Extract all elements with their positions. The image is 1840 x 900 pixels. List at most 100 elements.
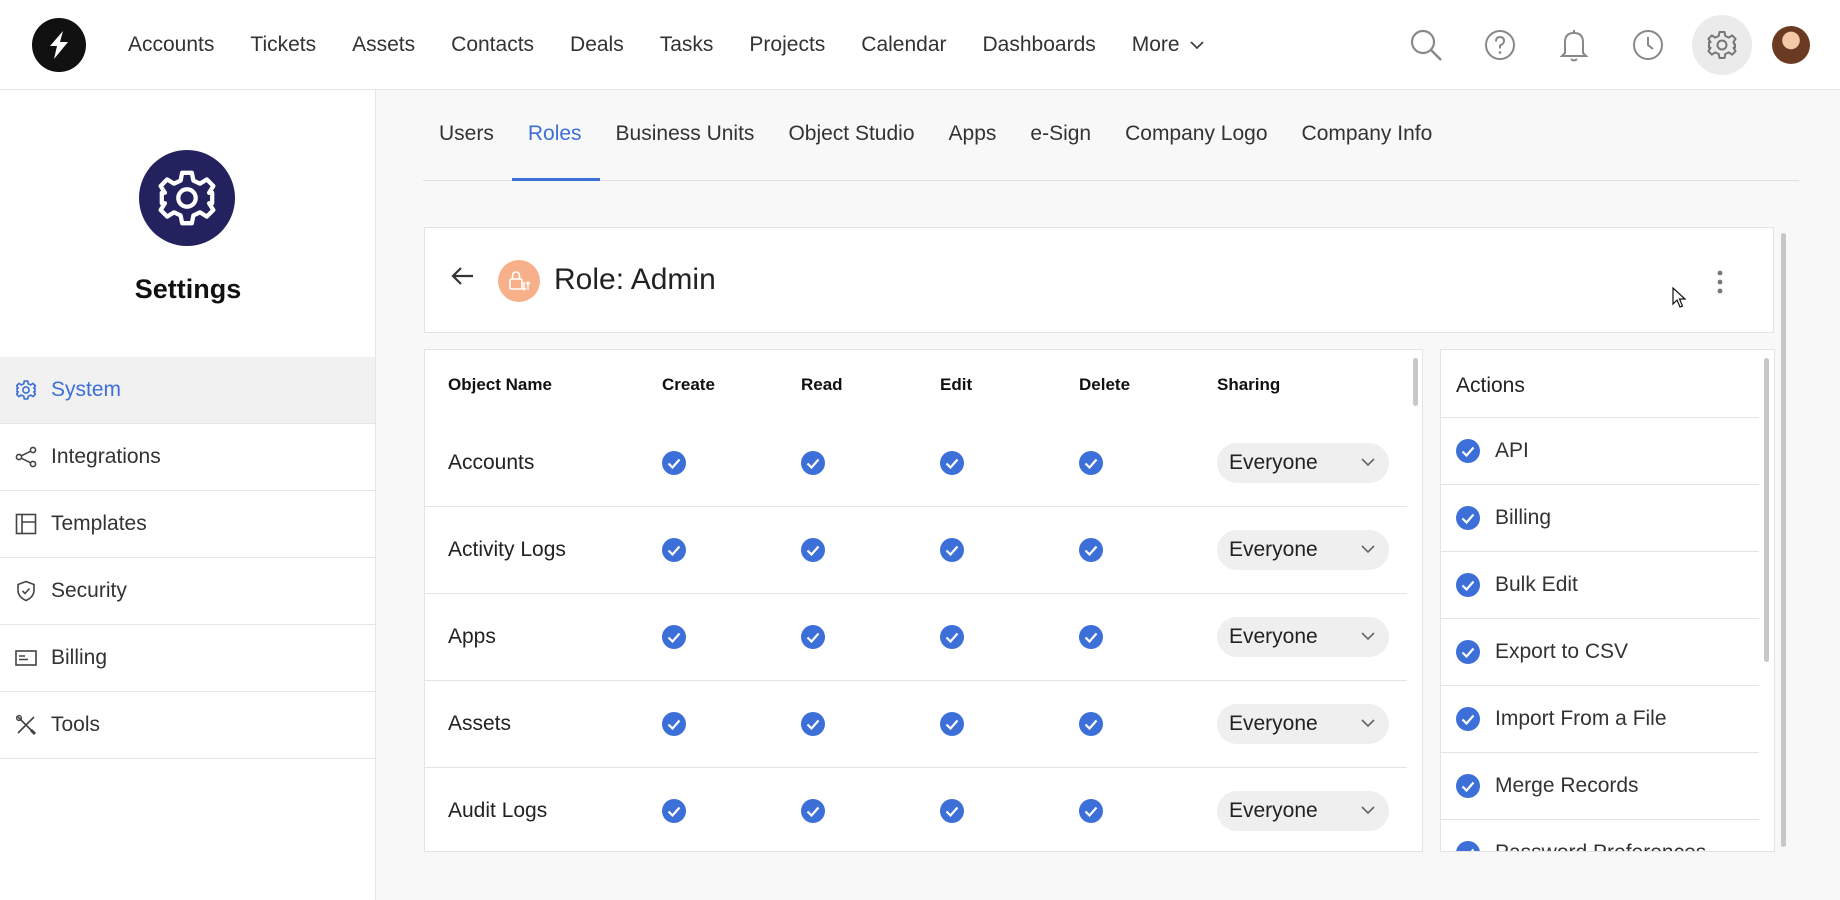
sidebar-item-label: Integrations (51, 445, 161, 468)
tab-e-sign[interactable]: e-Sign (1014, 92, 1109, 181)
sharing-select[interactable]: Everyone (1217, 791, 1389, 831)
create-checkbox[interactable] (662, 712, 686, 736)
sidebar-item-label: System (51, 378, 122, 401)
logo-icon (50, 31, 68, 59)
action-checkbox[interactable] (1456, 439, 1480, 463)
delete-checkbox[interactable] (1079, 625, 1103, 649)
card-icon (14, 646, 38, 670)
delete-checkbox[interactable] (1079, 799, 1103, 823)
sharing-select[interactable]: Everyone (1217, 443, 1389, 483)
action-item[interactable]: Bulk Edit (1441, 552, 1759, 619)
sharing-select[interactable]: Everyone (1217, 704, 1389, 744)
nav-tickets[interactable]: Tickets (250, 33, 316, 57)
page-scrollbar[interactable] (1781, 233, 1786, 847)
sharing-select[interactable]: Everyone (1217, 530, 1389, 570)
sidebar-item-label: Tools (51, 713, 101, 736)
sidebar-item-security[interactable]: Security (0, 558, 375, 625)
action-item[interactable]: Merge Records (1441, 753, 1759, 820)
actions-panel: Actions API Billing Bulk Edit Export to CSV… (1440, 349, 1775, 852)
lock-icon (509, 271, 531, 291)
nav-tasks[interactable]: Tasks (660, 33, 714, 57)
create-checkbox[interactable] (662, 451, 686, 475)
nav-accounts[interactable]: Accounts (128, 33, 214, 57)
sidebar-item-templates[interactable]: Templates (0, 491, 375, 558)
header-edit: Edit (940, 375, 973, 394)
help-button[interactable] (1470, 15, 1530, 75)
nav-assets[interactable]: Assets (352, 33, 415, 57)
permissions-table: Object Name Create Read Edit Delete Shar… (424, 349, 1423, 852)
more-options-button[interactable] (1717, 270, 1723, 299)
tab-object-studio[interactable]: Object Studio (772, 92, 932, 181)
settings-button[interactable] (1692, 15, 1752, 75)
nav-deals[interactable]: Deals (570, 33, 624, 57)
search-button[interactable] (1396, 15, 1456, 75)
tab-roles[interactable]: Roles (511, 92, 600, 181)
sidebar-item-tools[interactable]: Tools (0, 692, 375, 759)
delete-checkbox[interactable] (1079, 451, 1103, 475)
user-avatar[interactable] (1772, 26, 1810, 64)
edit-checkbox[interactable] (940, 799, 964, 823)
read-checkbox[interactable] (801, 712, 825, 736)
read-checkbox[interactable] (801, 538, 825, 562)
action-item[interactable]: Import From a File (1441, 686, 1759, 753)
table-header: Object Name Create Read Edit Delete Shar… (425, 350, 1407, 420)
read-checkbox[interactable] (801, 799, 825, 823)
sidebar-item-system[interactable]: System (0, 357, 375, 424)
nav-contacts[interactable]: Contacts (451, 33, 534, 57)
notifications-button[interactable] (1544, 15, 1604, 75)
create-checkbox[interactable] (662, 799, 686, 823)
action-item[interactable]: Export to CSV (1441, 619, 1759, 686)
app-logo[interactable] (32, 18, 86, 72)
tab-company-info[interactable]: Company Info (1286, 92, 1451, 181)
sharing-value: Everyone (1229, 538, 1318, 561)
action-item[interactable]: API (1441, 418, 1759, 485)
table-scrollbar[interactable] (1413, 358, 1418, 406)
read-checkbox[interactable] (801, 451, 825, 475)
recent-activity-button[interactable] (1618, 15, 1678, 75)
delete-checkbox[interactable] (1079, 712, 1103, 736)
edit-checkbox[interactable] (940, 625, 964, 649)
action-checkbox[interactable] (1456, 506, 1480, 530)
create-checkbox[interactable] (662, 625, 686, 649)
sidebar-item-billing[interactable]: Billing (0, 625, 375, 692)
tab-company-logo[interactable]: Company Logo (1109, 92, 1285, 181)
action-checkbox[interactable] (1456, 640, 1480, 664)
action-checkbox[interactable] (1456, 573, 1480, 597)
tab-users[interactable]: Users (423, 92, 512, 181)
gear-icon (1707, 31, 1737, 59)
actions-scrollbar[interactable] (1764, 358, 1769, 662)
tab-business-units[interactable]: Business Units (600, 92, 773, 181)
nav-calendar[interactable]: Calendar (861, 33, 946, 57)
action-item[interactable]: Password Preferences (1441, 820, 1759, 851)
create-checkbox[interactable] (662, 538, 686, 562)
shield-icon (14, 579, 38, 603)
mouse-cursor (1672, 286, 1687, 314)
sidebar-item-integrations[interactable]: Integrations (0, 424, 375, 491)
action-label: Billing (1495, 506, 1552, 529)
back-button[interactable] (451, 266, 475, 291)
action-item[interactable]: Billing (1441, 485, 1759, 552)
chevron-down-icon (1361, 632, 1375, 641)
action-checkbox[interactable] (1456, 707, 1480, 731)
edit-checkbox[interactable] (940, 538, 964, 562)
read-checkbox[interactable] (801, 625, 825, 649)
top-utility-icons (1382, 15, 1810, 75)
settings-tabs: Users Roles Business Units Object Studio… (423, 92, 1799, 181)
header-read: Read (801, 375, 843, 394)
nav-projects[interactable]: Projects (749, 33, 825, 57)
help-icon (1485, 30, 1515, 60)
edit-checkbox[interactable] (940, 712, 964, 736)
chevron-down-icon (1361, 458, 1375, 467)
nav-dashboards[interactable]: Dashboards (983, 33, 1096, 57)
sidebar-item-label: Security (51, 579, 127, 602)
tab-apps[interactable]: Apps (933, 92, 1015, 181)
action-checkbox[interactable] (1456, 774, 1480, 798)
settings-badge (139, 150, 235, 246)
delete-checkbox[interactable] (1079, 538, 1103, 562)
edit-checkbox[interactable] (940, 451, 964, 475)
object-name: Audit Logs (448, 799, 548, 822)
action-checkbox[interactable] (1456, 841, 1480, 851)
role-header-card: Role: Admin (424, 227, 1774, 333)
nav-more[interactable]: More (1132, 33, 1204, 57)
sharing-select[interactable]: Everyone (1217, 617, 1389, 657)
